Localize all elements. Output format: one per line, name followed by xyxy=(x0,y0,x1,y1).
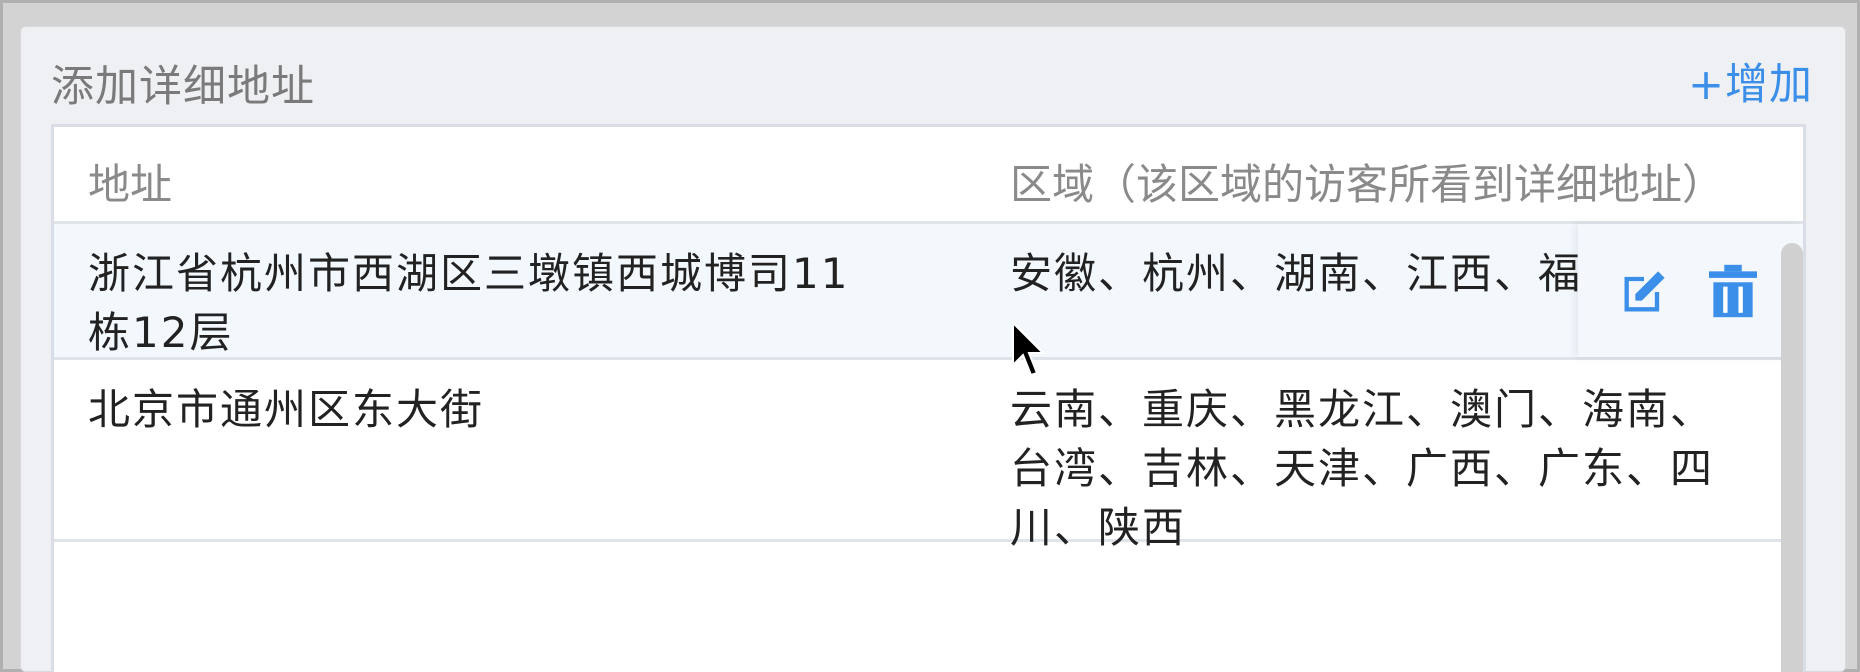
region-cell: 安徽、杭州、湖南、江西、福 xyxy=(1010,249,1583,298)
address-cell: 北京市通州区东大街 xyxy=(88,385,485,434)
region-cell: 云南、重庆、黑龙江、澳门、海南、台湾、吉林、天津、广西、广东、四川、陕西 xyxy=(1010,385,1715,552)
row-actions xyxy=(1578,224,1803,357)
address-table: 地址 区域（该区域的访客所看到详细地址） 浙江省杭州市西湖区三墩镇西城博司11栋… xyxy=(51,124,1806,672)
table-row[interactable]: 浙江省杭州市西湖区三墩镇西城博司11栋12层 安徽、杭州、湖南、江西、福 xyxy=(54,224,1803,360)
column-header-address: 地址 xyxy=(88,160,173,209)
edit-icon[interactable] xyxy=(1618,266,1670,322)
window-frame: 添加详细地址 +增加 地址 区域（该区域的访客所看到详细地址） 浙江省杭州市西湖… xyxy=(0,0,1860,672)
add-address-button[interactable]: +增加 xyxy=(1688,50,1813,112)
table-header: 地址 区域（该区域的访客所看到详细地址） xyxy=(54,127,1803,224)
table-row[interactable]: 北京市通州区东大街 云南、重庆、黑龙江、澳门、海南、台湾、吉林、天津、广西、广东… xyxy=(54,360,1803,552)
column-header-region: 区域（该区域的访客所看到详细地址） xyxy=(1010,160,1725,209)
mouse-pointer-icon xyxy=(1011,320,1046,383)
vertical-scrollbar[interactable] xyxy=(1781,243,1803,672)
section-title: 添加详细地址 xyxy=(51,62,315,112)
address-cell: 浙江省杭州市西湖区三墩镇西城博司11栋12层 xyxy=(88,249,850,357)
trash-icon[interactable] xyxy=(1709,264,1757,322)
address-panel: 添加详细地址 +增加 地址 区域（该区域的访客所看到详细地址） 浙江省杭州市西湖… xyxy=(20,26,1846,672)
